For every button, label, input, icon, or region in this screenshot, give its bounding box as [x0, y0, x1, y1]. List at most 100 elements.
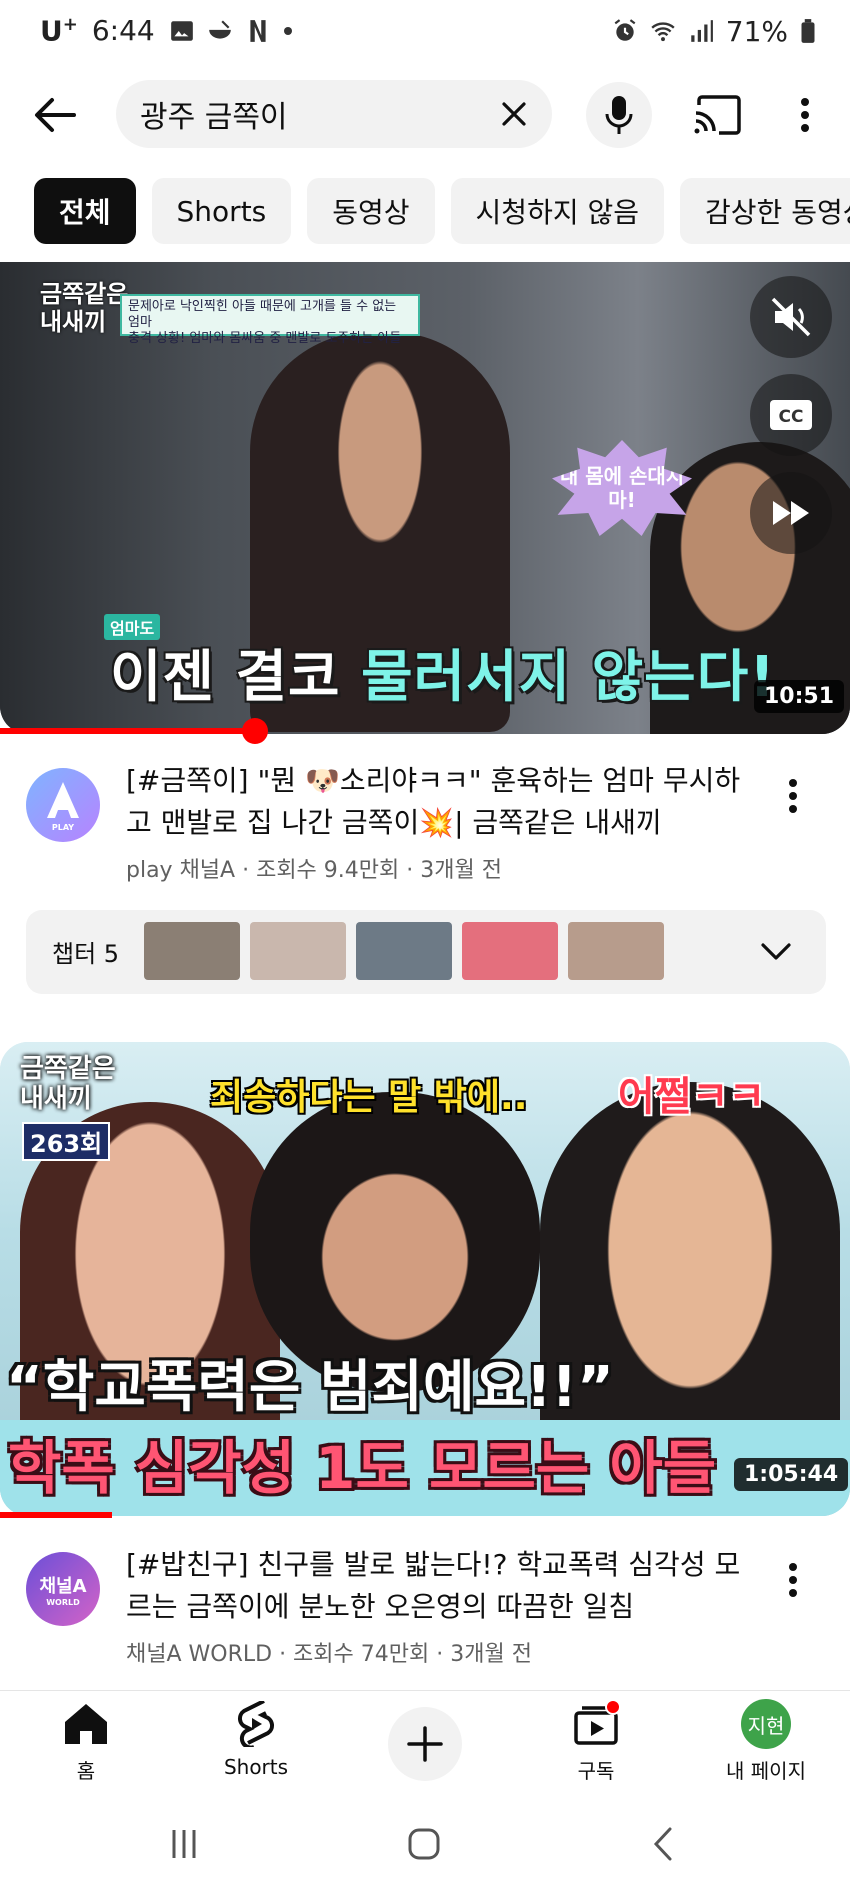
more-vert-icon — [801, 98, 809, 132]
more-options-button[interactable] — [790, 90, 820, 140]
video-thumbnail-2[interactable]: 금쪽같은 내새끼 263회 죄송하다는 말 밖에.. 어쩔ㅋㅋ “학교폭력은 범죄… — [0, 1042, 850, 1516]
recent-apps-button[interactable] — [154, 1822, 214, 1866]
cast-button[interactable] — [690, 90, 744, 140]
video-action-menu-button[interactable] — [776, 768, 810, 824]
home-system-button[interactable] — [394, 1822, 454, 1866]
expand-chapters-button[interactable] — [754, 930, 798, 974]
shorts-icon — [231, 1699, 281, 1749]
more-vert-icon — [789, 1563, 797, 1597]
battery-percent: 71% — [725, 14, 788, 48]
back-button[interactable] — [30, 90, 80, 140]
voice-search-button[interactable] — [586, 82, 652, 148]
chip-all[interactable]: 전체 — [34, 178, 136, 244]
fast-forward-button[interactable] — [750, 472, 832, 554]
cast-icon — [694, 95, 741, 135]
battery-icon — [801, 19, 815, 43]
status-bar: U+ 6:44 71% — [0, 0, 850, 62]
nav-me[interactable]: 지현 내 페이지 — [696, 1699, 836, 1789]
more-vert-icon — [789, 779, 797, 813]
dot-icon — [283, 26, 292, 35]
thumbnail-caption: 이젠 결코 물러서지 않는다! — [110, 645, 776, 710]
channel-avatar[interactable]: 채널A WORLD — [26, 1552, 100, 1626]
fast-forward-icon — [773, 501, 809, 525]
video-title[interactable]: [#밥친구] 친구를 발로 밟는다!? 학교폭력 심각성 모르는 금쪽이에 분노… — [126, 1544, 754, 1628]
system-navigation-bar — [0, 1800, 850, 1889]
play-logo-icon: PLAY — [47, 782, 79, 832]
episode-badge: 263회 — [22, 1122, 111, 1161]
nav-me-label: 내 페이지 — [726, 1759, 806, 1783]
closed-captions-icon: CC — [770, 400, 812, 430]
clear-search-button[interactable] — [494, 94, 534, 134]
chip-videos[interactable]: 동영상 — [307, 178, 435, 244]
chapters-label: 챕터 5 — [52, 940, 120, 968]
video-duration: 1:05:44 — [734, 1458, 849, 1491]
chapter-thumbnail[interactable] — [144, 922, 240, 980]
subscriptions-icon — [571, 1699, 621, 1749]
back-system-button[interactable] — [634, 1822, 694, 1866]
svg-text:PLAY: PLAY — [52, 823, 74, 832]
video-player-1[interactable]: 금쪽같은 내새끼 문제아로 낙인찍힌 아들 때문에 고개를 들 수 없는 엄마 충격… — [0, 262, 850, 734]
nav-subscriptions[interactable]: 구독 — [526, 1699, 666, 1789]
nav-home-label: 홈 — [76, 1759, 96, 1783]
plus-icon — [407, 1726, 443, 1762]
chip-shorts[interactable]: Shorts — [151, 178, 292, 244]
search-query: 광주 금쪽이 — [140, 100, 288, 135]
video-meta-2: 채널A WORLD [#밥친구] 친구를 발로 밟는다!? 학교폭력 심각성 모… — [0, 1544, 850, 1684]
carrier-label: U+ — [40, 14, 78, 48]
video-meta-1: PLAY [#금쪽이] "뭔 🐶소리야ㅋㅋ" 훈육하는 엄마 무시하고 맨발로 … — [0, 760, 850, 900]
video-action-menu-button[interactable] — [776, 1552, 810, 1608]
signal-icon — [691, 20, 713, 42]
arrow-left-icon — [35, 98, 76, 132]
notification-dot — [605, 1699, 621, 1715]
captions-button[interactable]: CC — [750, 374, 832, 456]
recent-apps-icon — [172, 1830, 196, 1858]
home-square-icon — [408, 1828, 440, 1860]
thumbnail-caption: 어쩔ㅋㅋ — [618, 1074, 766, 1120]
gallery-icon — [170, 21, 193, 41]
wifi-icon — [651, 22, 675, 42]
status-right: 71% — [612, 15, 816, 48]
nav-subscriptions-label: 구독 — [577, 1759, 615, 1783]
svg-text:CC: CC — [779, 407, 804, 427]
chapter-thumbnail[interactable] — [462, 922, 558, 980]
show-logo: 금쪽같은 내새끼 — [40, 280, 129, 336]
nav-shorts-label: Shorts — [223, 1755, 289, 1779]
watched-progress — [0, 1512, 112, 1518]
chip-watched[interactable]: 감상한 동영상 — [680, 178, 850, 244]
chapter-thumbnail[interactable] — [250, 922, 346, 980]
filter-chips: 전체 Shorts 동영상 시청하지 않음 감상한 동영상 — [34, 178, 850, 244]
scrubber-handle[interactable] — [242, 718, 268, 744]
nav-home[interactable]: 홈 — [16, 1699, 156, 1789]
search-input[interactable]: 광주 금쪽이 — [116, 80, 552, 148]
video-title[interactable]: [#금쪽이] "뭔 🐶소리야ㅋㅋ" 훈육하는 엄마 무시하고 맨발로 집 나간 … — [126, 760, 754, 844]
thumbnail-headline: 학폭 심각성 1도 모르는 아들 — [0, 1420, 850, 1516]
user-avatar: 지현 — [741, 1699, 791, 1749]
thumbnail-caption: 죄송하다는 말 밖에.. — [210, 1077, 528, 1118]
chip-unwatched[interactable]: 시청하지 않음 — [450, 178, 665, 244]
show-logo: 금쪽같은 내새끼 — [20, 1054, 116, 1114]
home-icon — [61, 1699, 111, 1749]
thumbnail-quote: “학교폭력은 범죄예요!!” — [6, 1355, 614, 1420]
channel-avatar[interactable]: PLAY — [26, 768, 100, 842]
channel-avatar-subtext: WORLD — [46, 1597, 80, 1607]
bowl-icon — [208, 20, 231, 39]
alarm-icon — [614, 19, 636, 41]
mute-button[interactable] — [750, 276, 832, 358]
clock: 6:44 — [91, 14, 155, 48]
status-left: U+ 6:44 — [40, 14, 293, 48]
thumbnail-banner: 문제아로 낙인찍힌 아들 때문에 고개를 들 수 없는 엄마 충격 상황! 엄마와… — [120, 294, 420, 346]
volume-off-icon — [771, 297, 811, 337]
netflix-icon — [250, 20, 266, 42]
notification-icons — [169, 18, 293, 44]
top-app-bar: 광주 금쪽이 — [0, 78, 850, 150]
chapter-thumbnail[interactable] — [568, 922, 664, 980]
bottom-navigation: 홈 Shorts 구독 지현 내 페이지 — [0, 1690, 850, 1790]
video-subtitle: 채널A WORLD · 조회수 74만회 · 3개월 전 — [126, 1642, 532, 1667]
chapters-bar[interactable]: 챕터 5 — [26, 910, 826, 994]
video-subtitle: play 채널A · 조회수 9.4만회 · 3개월 전 — [126, 858, 502, 883]
microphone-icon — [605, 96, 633, 134]
chapter-thumbnail[interactable] — [356, 922, 452, 980]
playback-progress — [0, 728, 256, 734]
nav-shorts[interactable]: Shorts — [186, 1699, 326, 1789]
create-button[interactable] — [388, 1707, 462, 1781]
